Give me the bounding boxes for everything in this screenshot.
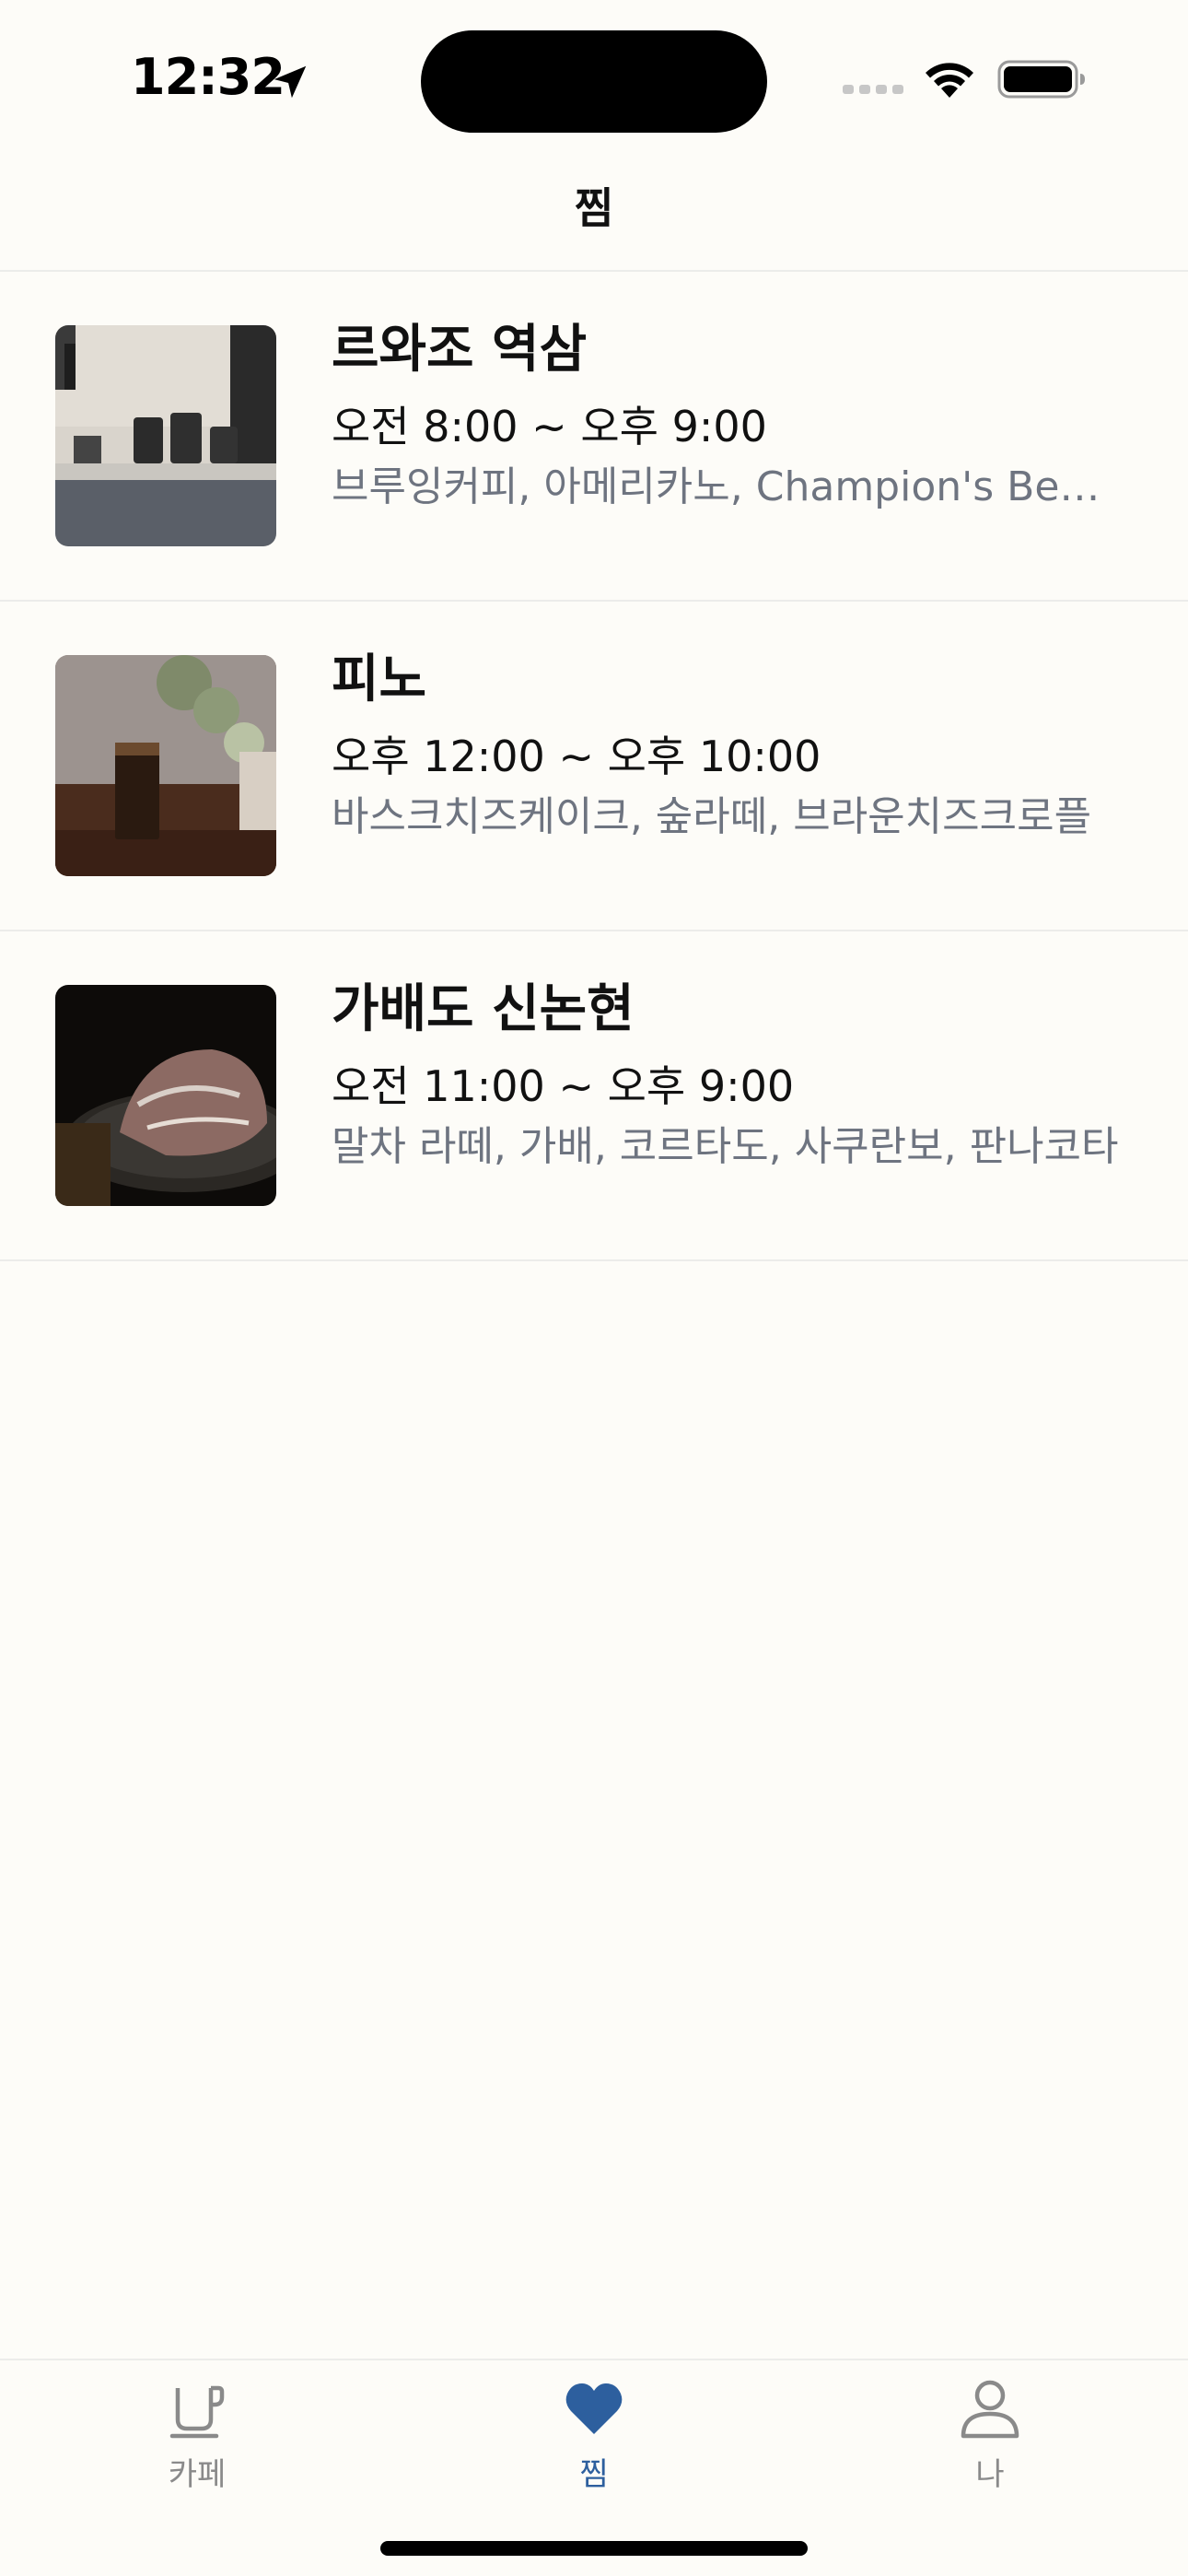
tab-favorites[interactable]: 찜	[456, 2377, 732, 2515]
cafe-info: 르와조 역삼 오전 8:00 ~ 오후 9:00 브루잉커피, 아메리카노, C…	[332, 318, 1142, 513]
cafe-hours: 오전 11:00 ~ 오후 9:00	[332, 1061, 795, 1111]
cafe-info: 피노 오후 12:00 ~ 오후 10:00 바스크치즈케이크, 숲라떼, 브라…	[332, 648, 1142, 843]
status-bar: 12:32	[0, 0, 1188, 157]
cafe-menu: 브루잉커피, 아메리카노, Champion's Beverage	[332, 463, 1124, 510]
cafe-menu: 바스크치즈케이크, 숲라떼, 브라운치즈크로플	[332, 793, 1092, 840]
tab-cafe[interactable]: 카페	[59, 2377, 335, 2515]
cafe-hours: 오후 12:00 ~ 오후 10:00	[332, 732, 821, 781]
cafe-thumbnail	[55, 985, 276, 1206]
cafe-name: 피노	[332, 650, 427, 709]
status-time: 12:32	[131, 48, 285, 106]
iced-coffee-photo	[55, 655, 276, 876]
wifi-icon	[926, 63, 973, 98]
cellular-signal-icon	[843, 85, 903, 94]
cafe-info: 가배도 신논현 오전 11:00 ~ 오후 9:00 말차 라떼, 가배, 코르…	[332, 978, 1142, 1173]
tab-me-label: 나	[975, 2456, 1005, 2493]
cafe-hours: 오전 8:00 ~ 오후 9:00	[332, 402, 767, 451]
cafe-thumbnail	[55, 325, 276, 546]
home-indicator	[380, 2541, 808, 2556]
cafe-name: 르와조 역삼	[332, 320, 588, 380]
cafe-counter-photo	[55, 325, 276, 546]
cafe-name: 가배도 신논현	[332, 979, 635, 1039]
coffee-cup-icon	[169, 2385, 225, 2439]
page-title: 찜	[574, 183, 614, 233]
cafe-thumbnail	[55, 655, 276, 876]
cafe-menu: 말차 라떼, 가배, 코르타도, 사쿠란보, 판나코타	[332, 1123, 1119, 1170]
battery-icon	[997, 60, 1085, 99]
dynamic-island	[421, 30, 767, 133]
favorite-cafe-row[interactable]: 가배도 신논현 오전 11:00 ~ 오후 9:00 말차 라떼, 가배, 코르…	[0, 931, 1188, 1261]
favorites-screen: 12:32 찜 르와조 역삼 오전 8:00 ~ 오후 9:00 브루잉커피, …	[0, 0, 1188, 2576]
favorite-cafe-row[interactable]: 피노 오후 12:00 ~ 오후 10:00 바스크치즈케이크, 숲라떼, 브라…	[0, 602, 1188, 931]
tab-favorites-label: 찜	[579, 2456, 609, 2493]
heart-icon	[565, 2383, 623, 2434]
location-arrow-icon	[274, 65, 307, 99]
person-icon	[961, 2380, 1019, 2439]
tab-cafe-label: 카페	[168, 2456, 227, 2493]
tab-me[interactable]: 나	[852, 2377, 1128, 2515]
favorites-list: 르와조 역삼 오전 8:00 ~ 오후 9:00 브루잉커피, 아메리카노, C…	[0, 272, 1188, 1261]
dessert-plate-photo	[55, 985, 276, 1206]
favorite-cafe-row[interactable]: 르와조 역삼 오전 8:00 ~ 오후 9:00 브루잉커피, 아메리카노, C…	[0, 272, 1188, 602]
